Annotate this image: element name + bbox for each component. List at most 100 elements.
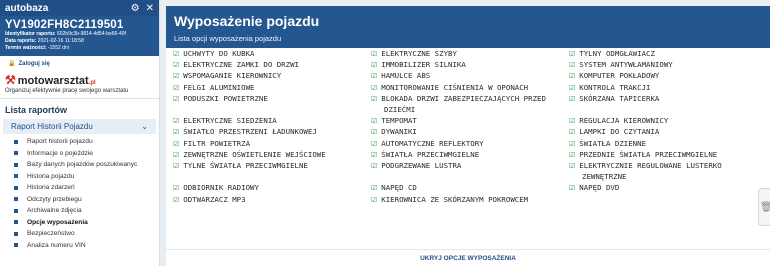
check-icon: ☑ — [569, 117, 576, 126]
check-icon: ☑ — [371, 139, 378, 148]
feature-label: FILTR POWIETRZA — [183, 138, 251, 148]
sidebar-nav-label: Odczyty przebiegu — [27, 195, 82, 203]
feature-label: ZEWNĘTRZNE — [582, 172, 627, 182]
sidebar-nav-item[interactable]: Archiwalne zdjęcia — [14, 205, 159, 217]
close-icon[interactable]: ✕ — [146, 3, 154, 14]
check-icon: ☑ — [569, 128, 576, 137]
sidebar-nav-item[interactable]: Bezpieczeństwo — [14, 228, 159, 240]
sidebar-topbar: autobaza ⚙ ✕ — [0, 0, 159, 16]
check-icon: ☑ — [173, 150, 180, 159]
report-nav-list: Raport historii pojazdu Informacje o poje… — [0, 136, 159, 251]
check-icon: ☑ — [173, 94, 180, 103]
hide-options-link[interactable]: UKRYJ OPCJE WYPOSAŻENIA — [166, 249, 770, 262]
sidebar-nav-item[interactable]: Raport historii pojazdu — [14, 136, 159, 148]
sidebar-nav-label: Archiwalne zdjęcia — [27, 207, 82, 215]
feature-label: SKÓRZANA TAPICERKA — [579, 93, 660, 103]
floating-tools[interactable]: 🗑 — [758, 188, 770, 226]
trash-icon[interactable]: 🗑 — [760, 202, 770, 213]
feature-item: ☑ PODGRZEWANE LUSTRA — [371, 160, 461, 172]
check-icon: ☑ — [569, 162, 576, 170]
bullet-icon — [14, 174, 18, 179]
promo-logo: ⚒ motowarsztat.pl — [5, 73, 96, 87]
feature-label: DYWANIKI — [381, 127, 417, 137]
feature-label: UCHWYTY DO KUBKA — [183, 49, 255, 58]
check-icon: ☑ — [173, 117, 180, 126]
sidebar-nav-item[interactable]: Informacje o pojeździe — [14, 148, 159, 160]
feature-label: TYLNY ODMGŁAWIACZ — [579, 49, 655, 58]
login-link[interactable]: 🔒 Zaloguj się — [0, 56, 159, 71]
feature-label: KONTROLA TRAKCJI — [579, 82, 651, 92]
check-icon: ☑ — [371, 94, 378, 103]
sidebar-nav-item[interactable]: Odczyty przebiegu — [14, 194, 159, 206]
report-expiry: Termin ważności: -1552 dni — [5, 45, 69, 51]
check-icon: ☑ — [173, 195, 180, 204]
page-subtitle: Lista opcji wyposażenia pojazdu — [174, 34, 282, 43]
report-group-toggle[interactable]: Raport Historii Pojazdu ⌄ — [3, 119, 156, 134]
feature-label: MONITOROWANIE CIŚNIENIA W OPONACH — [381, 82, 529, 92]
feature-label: PODGRZEWANE LUSTRA — [381, 161, 462, 170]
feature-label: REGULACJA KIEROWNICY — [579, 116, 669, 126]
feature-label: ŚWIATŁO PRZESTRZENI ŁADUNKOWEJ — [183, 127, 317, 137]
feature-label: AUTOMATYCZNE REFLEKTORY — [381, 138, 484, 148]
reports-section-title: Lista raportów — [5, 105, 68, 115]
feature-label: ELEKTRYCZNE SZYBY — [381, 49, 457, 58]
feature-item: ☑ SKÓRZANA TAPICERKA — [569, 93, 659, 105]
feature-item: ☑ PODUSZKI POWIETRZNE — [173, 93, 268, 105]
check-icon: ☑ — [173, 61, 180, 70]
sidebar-nav-item[interactable]: Historia pojazdu — [14, 171, 159, 183]
check-icon: ☑ — [569, 72, 576, 81]
check-icon: ☑ — [371, 150, 378, 159]
brand-logo[interactable]: autobaza — [5, 3, 125, 14]
feature-item: ☑ ODTWARZACZ MP3 — [173, 194, 246, 206]
sidebar-nav-label: Analiza numeru VIN — [27, 241, 86, 249]
sidebar-nav-label: Historia pojazdu — [27, 172, 75, 180]
vin-number: YV1902FH8C2119501 — [5, 19, 124, 31]
check-icon: ☑ — [371, 162, 378, 170]
feature-label: ELEKTRYCZNE SIEDZENIA — [183, 116, 277, 126]
sidebar-nav-item[interactable]: Bazy danych pojazdów poszukiwanyc — [14, 159, 159, 171]
check-icon: ☑ — [569, 150, 576, 159]
feature-label: NAPĘD DVD — [579, 183, 620, 193]
lock-icon: 🔒 — [8, 61, 16, 67]
check-icon: ☑ — [173, 83, 180, 92]
bullet-icon — [14, 185, 18, 190]
check-icon: ☑ — [569, 184, 576, 193]
check-icon: ☑ — [371, 128, 378, 137]
sidebar-nav-item[interactable]: Analiza numeru VIN — [14, 240, 159, 252]
feature-label: KOMPUTER POKŁADOWY — [579, 71, 660, 81]
feature-item: ☑ TYLNE ŚWIATŁA PRZECIWMGIELNE — [173, 160, 308, 172]
feature-label: ODTWARZACZ MP3 — [183, 194, 246, 204]
sidebar-nav-label: Historia zdarzeń — [27, 184, 75, 192]
check-icon: ☑ — [371, 117, 378, 126]
sidebar-nav-label: Raport historii pojazdu — [27, 138, 93, 146]
feature-label: TYLNE ŚWIATŁA PRZECIWMGIELNE — [183, 161, 308, 170]
settings-icon[interactable]: ⚙ — [131, 3, 140, 14]
check-icon: ☑ — [569, 139, 576, 148]
feature-label: ELEKTRYCZNE ZAMKI DO DRZWI — [183, 60, 299, 70]
check-icon: ☑ — [569, 83, 576, 92]
bullet-icon — [14, 151, 18, 156]
check-icon: ☑ — [173, 50, 180, 58]
wrench-icon: ⚒ — [5, 73, 16, 87]
sidebar: autobaza ⚙ ✕ YV1902FH8C2119501 Identyfik… — [0, 0, 160, 266]
feature-label: ŚWIATŁA DZIENNE — [579, 138, 647, 148]
promo-banner[interactable]: ⚒ motowarsztat.pl Organizuj efektywnie pr… — [0, 71, 159, 99]
sidebar-nav-item[interactable]: Historia zdarzeń — [14, 182, 159, 194]
check-icon: ☑ — [173, 128, 180, 137]
sidebar-nav-item[interactable]: Opcje wyposażenia — [14, 217, 159, 229]
panel-header: Wyposażenie pojazdu Lista opcji wyposaże… — [166, 6, 770, 48]
feature-label: SYSTEM ANTYWŁAMANIOWY — [579, 60, 673, 70]
sidebar-nav-label: Informacje o pojeździe — [27, 149, 93, 157]
check-icon: ☑ — [371, 83, 378, 92]
feature-label: BLOKADA DRZWI ZABEZPIECZAJĄCYCH PRZED — [381, 93, 546, 103]
feature-label: TEMPOMAT — [381, 116, 417, 126]
check-icon: ☑ — [371, 195, 378, 204]
bullet-icon — [14, 139, 18, 144]
bullet-icon — [14, 197, 18, 202]
bullet-icon — [14, 208, 18, 213]
report-date: Data raportu: 2021-02-16 11:18:58 — [5, 38, 84, 44]
feature-label: ELEKTRYCZNIE REGULOWANE LUSTERKO — [579, 161, 722, 170]
check-icon: ☑ — [569, 50, 576, 58]
sidebar-nav-label: Bezpieczeństwo — [27, 230, 75, 238]
feature-item-continuation: ZEWNĘTRZNE — [569, 171, 627, 182]
